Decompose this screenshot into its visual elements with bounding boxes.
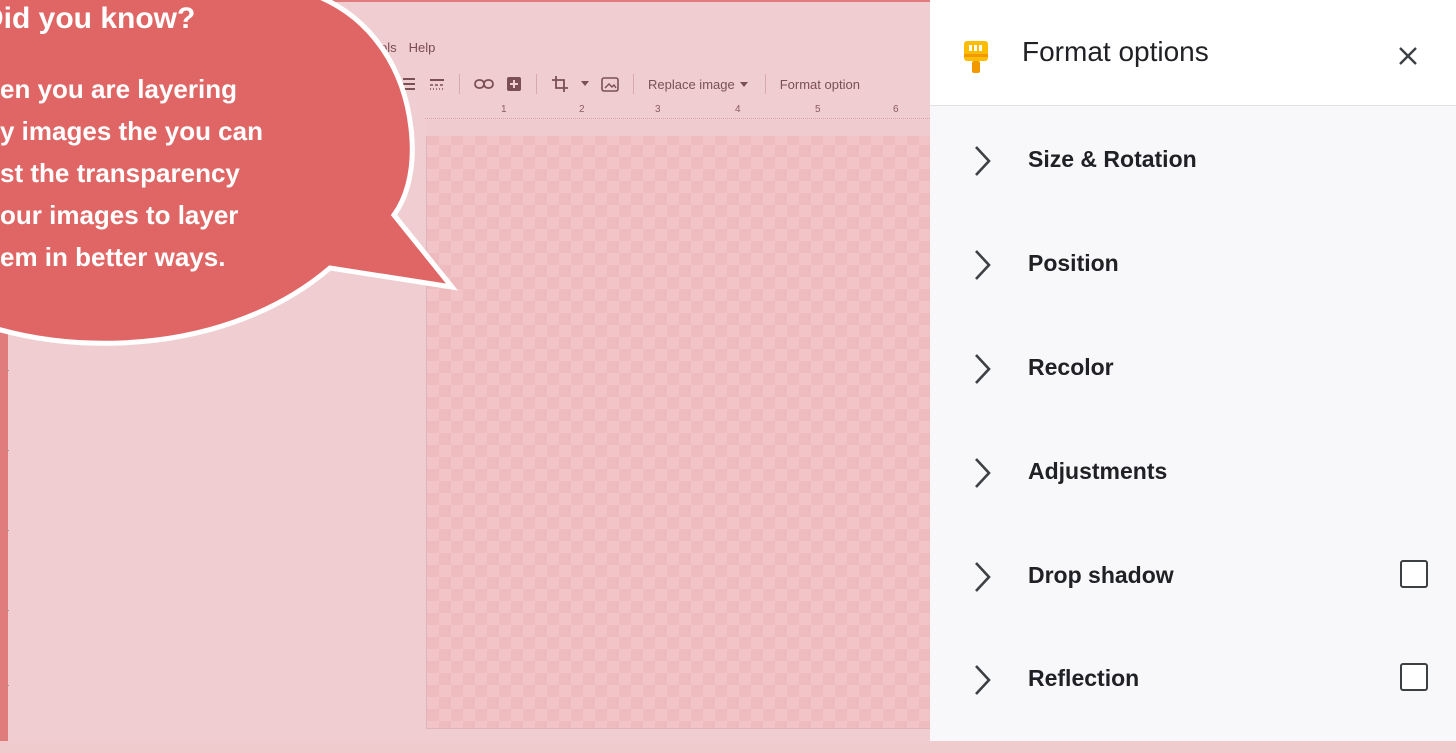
chevron-right-icon bbox=[975, 562, 991, 592]
section-label: Drop shadow bbox=[1028, 562, 1174, 588]
section-position[interactable]: Position bbox=[930, 248, 1456, 338]
section-label: Position bbox=[1028, 250, 1119, 276]
callout-line: our images to layer bbox=[0, 200, 239, 230]
vertical-ruler bbox=[6, 340, 10, 740]
section-label: Adjustments bbox=[1028, 458, 1168, 484]
chevron-right-icon bbox=[975, 146, 991, 176]
toolbar-divider bbox=[536, 74, 537, 94]
ruler-mark: 5 bbox=[815, 104, 821, 115]
ruler-mark: 2 bbox=[579, 104, 585, 115]
section-size-rotation[interactable]: Size & Rotation bbox=[930, 144, 1456, 234]
replace-image-label: Replace image bbox=[648, 76, 735, 92]
close-button[interactable] bbox=[1390, 38, 1426, 74]
ruler-mark: 3 bbox=[655, 104, 661, 115]
replace-image-button[interactable]: Replace image bbox=[642, 72, 757, 96]
mask-dropdown-icon[interactable] bbox=[575, 72, 595, 96]
toolbar: Replace image Format option bbox=[395, 70, 860, 98]
link-icon[interactable] bbox=[468, 72, 500, 96]
section-reflection[interactable]: Reflection bbox=[930, 663, 1456, 753]
add-comment-icon[interactable] bbox=[500, 72, 528, 96]
crop-icon[interactable] bbox=[545, 72, 575, 96]
section-recolor[interactable]: Recolor bbox=[930, 352, 1456, 442]
ruler-mark: 1 bbox=[501, 104, 507, 115]
canvas-top-band bbox=[426, 120, 930, 136]
section-drop-shadow[interactable]: Drop shadow bbox=[930, 560, 1456, 650]
panel-header: Format options bbox=[930, 0, 1456, 106]
callout-line: en you are layering bbox=[0, 74, 237, 104]
paint-format-icon bbox=[964, 41, 988, 73]
chevron-right-icon bbox=[975, 458, 991, 488]
section-adjustments[interactable]: Adjustments bbox=[930, 456, 1456, 546]
close-icon bbox=[1399, 47, 1417, 65]
section-label: Reflection bbox=[1028, 665, 1140, 691]
callout-line: em in better ways. bbox=[0, 242, 226, 272]
toolbar-divider bbox=[633, 74, 634, 94]
section-label: Size & Rotation bbox=[1028, 146, 1197, 172]
reflection-checkbox[interactable] bbox=[1400, 663, 1428, 691]
callout-line: st the transparency bbox=[0, 158, 240, 188]
chevron-right-icon bbox=[975, 354, 991, 384]
ruler-mark: 4 bbox=[735, 104, 741, 115]
horizontal-ruler: 1 2 3 4 5 6 bbox=[425, 104, 930, 119]
chevron-right-icon bbox=[975, 250, 991, 280]
reset-image-icon[interactable] bbox=[595, 72, 625, 96]
callout-line: y images the you can bbox=[0, 116, 263, 146]
format-options-panel: Format options Size & Rotation Position … bbox=[930, 0, 1456, 741]
drop-shadow-checkbox[interactable] bbox=[1400, 560, 1428, 588]
callout-text: en you are layering y images the you can… bbox=[0, 68, 320, 278]
callout-title: Did you know? bbox=[0, 2, 196, 35]
slide-canvas-transparent[interactable] bbox=[426, 120, 932, 729]
toolbar-divider bbox=[764, 74, 766, 94]
format-options-button[interactable]: Format option bbox=[774, 72, 860, 96]
panel-title: Format options bbox=[1022, 36, 1209, 67]
chevron-right-icon bbox=[975, 665, 991, 695]
section-label: Recolor bbox=[1028, 354, 1114, 380]
ruler-mark: 6 bbox=[893, 104, 899, 115]
